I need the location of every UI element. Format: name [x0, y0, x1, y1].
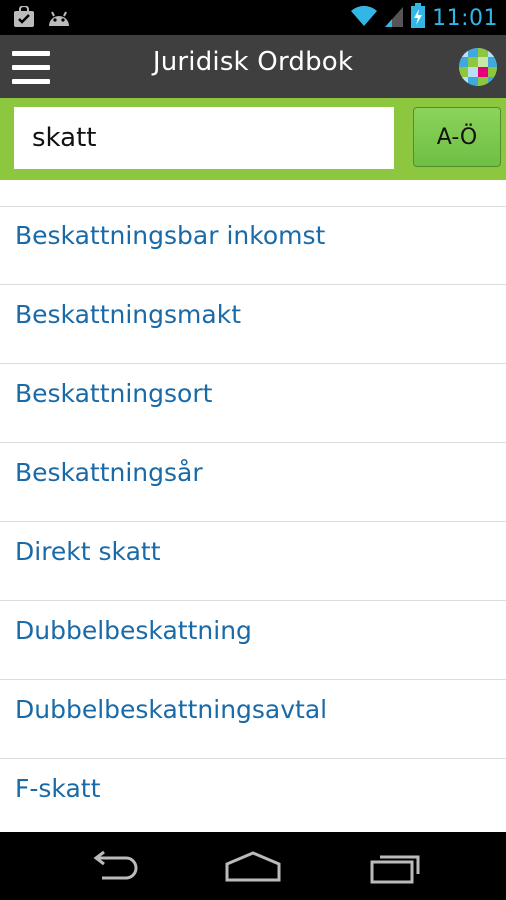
status-time: 11:01 [432, 5, 498, 31]
list-item[interactable]: Beskattningsbar inkomst [0, 206, 506, 285]
list-item[interactable]: Beskattningsmakt [0, 285, 506, 364]
list-item[interactable]: Dubbelbeskattning [0, 601, 506, 680]
list-item[interactable]: F-skatt [0, 759, 506, 838]
recent-apps-icon[interactable] [366, 850, 426, 884]
page-title: Juridisk Ordbok [152, 47, 354, 77]
status-bar: 11:01 [0, 0, 506, 35]
bag-check-icon [12, 5, 36, 32]
android-icon [46, 6, 72, 32]
list-item[interactable]: Beskattningsår [0, 443, 506, 522]
list-item-label: Dubbelbeskattning [15, 616, 252, 645]
list-item-label: Beskattningsort [15, 379, 213, 408]
search-bar: A-Ö [0, 98, 506, 180]
battery-charging-icon [410, 3, 426, 33]
list-item-label: F-skatt [15, 774, 101, 803]
app-logo-icon[interactable] [458, 47, 498, 87]
list-item-label: Beskattningsår [15, 458, 203, 487]
home-icon[interactable] [223, 850, 283, 884]
wifi-icon [350, 4, 378, 32]
navigation-bar [0, 832, 506, 900]
list-item[interactable]: Dubbelbeskattningsavtal [0, 680, 506, 759]
list-item[interactable]: Beskattningsort [0, 364, 506, 443]
a-z-index-button[interactable]: A-Ö [413, 107, 501, 167]
action-bar: Juridisk Ordbok [0, 35, 506, 98]
list-item-label: Dubbelbeskattningsavtal [15, 695, 328, 724]
signal-icon [384, 4, 404, 32]
results-list: Beskattningsbar inkomst Beskattningsmakt… [0, 206, 506, 838]
search-input[interactable] [14, 107, 394, 169]
list-item-label: Beskattningsmakt [15, 300, 242, 329]
list-item-label: Beskattningsbar inkomst [15, 221, 326, 250]
list-item[interactable]: Direkt skatt [0, 522, 506, 601]
list-item-label: Direkt skatt [15, 537, 161, 566]
back-icon[interactable] [82, 850, 142, 884]
